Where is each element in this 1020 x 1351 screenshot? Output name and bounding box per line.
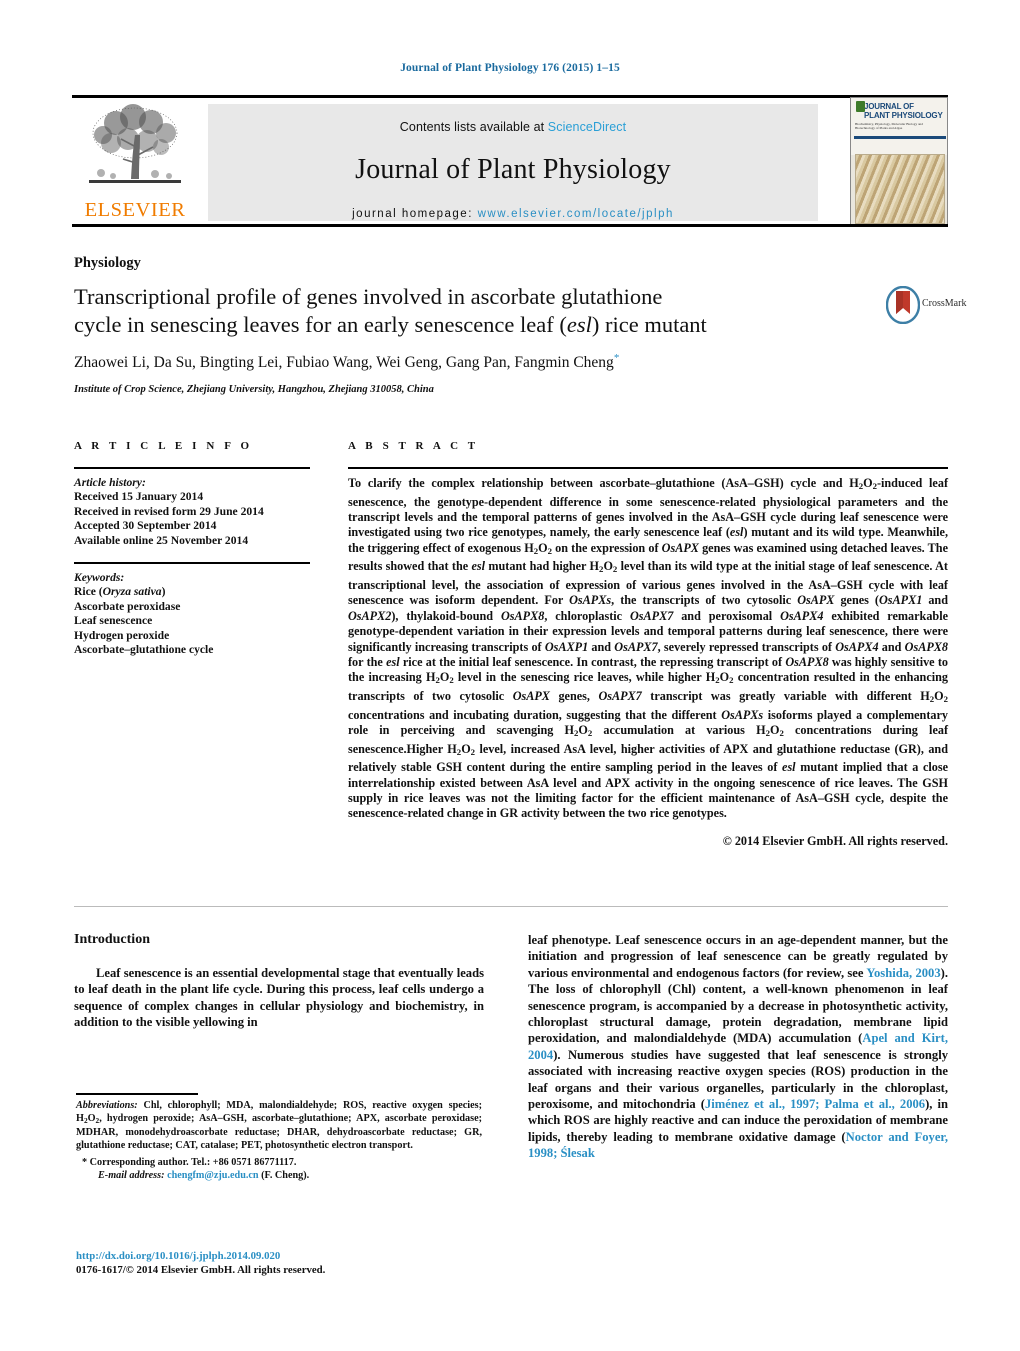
contents-prefix: Contents lists available at (399, 120, 548, 134)
introduction-heading: Introduction (74, 932, 150, 947)
cover-divider (854, 136, 946, 139)
cover-photo (855, 154, 945, 224)
cover-leaf-icon (856, 101, 865, 112)
issn-copyright-line: 0176-1617/© 2014 Elsevier GmbH. All righ… (76, 1264, 326, 1276)
corresponding-author-note: * Corresponding author. Tel.: +86 0571 8… (82, 1157, 297, 1169)
title-line-2-post: ) rice mutant (591, 312, 707, 337)
elsevier-wordmark: ELSEVIER (84, 199, 186, 221)
keyword-rice-pre: Rice ( (74, 585, 103, 599)
article-history-label: Article history: (74, 476, 146, 489)
body-left-column: Introduction Leaf senescence is an essen… (74, 932, 484, 1031)
email-suffix: (F. Cheng). (258, 1169, 310, 1181)
keyword-rice-species: Oryza sativa (102, 585, 162, 599)
contents-line: Contents lists available at ScienceDirec… (208, 120, 818, 134)
email-label: E-mail address: (98, 1169, 165, 1181)
footnote-block: Abbreviations: Chl, chlorophyll; MDA, ma… (76, 1100, 482, 1182)
abbreviations-note: Abbreviations: Chl, chlorophyll; MDA, ma… (76, 1100, 482, 1151)
journal-cover-thumbnail: JOURNAL OF PLANT PHYSIOLOGY Biochemistry… (850, 97, 948, 226)
citation-link[interactable]: Jiménez et al., 1997; Palma et al., 2006 (705, 1097, 925, 1111)
crossmark-label: CrossMark (922, 298, 967, 309)
keywords-label: Keywords: (74, 571, 125, 585)
keyword-item: Leaf senescence (74, 614, 153, 628)
doi-block: http://dx.doi.org/10.1016/j.jplph.2014.0… (76, 1249, 482, 1277)
paper-page: Journal of Plant Physiology 176 (2015) 1… (0, 0, 1020, 1351)
history-item: Accepted 30 September 2014 (74, 519, 217, 533)
keyword-item-rice: Rice (Oryza sativa) (74, 585, 310, 599)
elsevier-logo: ELSEVIER (74, 103, 196, 223)
affiliation: Institute of Crop Science, Zhejiang Univ… (74, 384, 434, 395)
introduction-paragraph: Leaf senescence is an essential developm… (74, 966, 484, 1030)
doi-link[interactable]: http://dx.doi.org/10.1016/j.jplph.2014.0… (76, 1249, 482, 1263)
introduction-continued: leaf phenotype. Leaf senescence occurs i… (528, 933, 949, 1161)
elsevier-tree-icon (89, 104, 181, 183)
article-section-label: Physiology (74, 255, 141, 271)
cover-title-line2: PLANT PHYSIOLOGY (864, 111, 943, 120)
masthead-top-rule (72, 95, 948, 98)
keyword-item: Ascorbate–glutathione cycle (74, 643, 214, 657)
footnote-rule (76, 1093, 198, 1095)
citation-link[interactable]: Yoshida, 2003 (866, 966, 940, 980)
homepage-url-link[interactable]: www.elsevier.com/locate/jplph (478, 208, 674, 220)
body-divider (74, 906, 948, 907)
journal-banner: Contents lists available at ScienceDirec… (208, 104, 818, 221)
masthead-bottom-rule (72, 224, 948, 227)
history-item: Received in revised form 29 June 2014 (74, 504, 264, 518)
cover-subtitle: Biochemistry, Physiology, Molecular Biol… (855, 122, 923, 131)
email-link[interactable]: chengfm@zju.edu.cn (167, 1170, 259, 1181)
cover-title-line1: JOURNAL OF (864, 102, 914, 111)
abstract-column: A B S T R A C T To clarify the complex r… (348, 440, 948, 849)
corresponding-author-marker: * (613, 352, 620, 364)
abstract-rule (348, 467, 948, 469)
author-list: Zhaowei Li, Da Su, Bingting Lei, Fubiao … (74, 352, 874, 372)
crossmark-icon (886, 286, 920, 324)
title-line-2-pre: cycle in senescing leaves for an early s… (74, 312, 567, 337)
page-title: Transcriptional profile of genes involve… (74, 283, 864, 339)
abstract-heading: A B S T R A C T (348, 440, 479, 452)
journal-homepage-line: journal homepage: www.elsevier.com/locat… (208, 208, 818, 220)
article-info-heading: A R T I C L E I N F O (74, 440, 253, 452)
body-right-column: leaf phenotype. Leaf senescence occurs i… (528, 932, 948, 1162)
journal-masthead: ELSEVIER Contents lists available at Sci… (72, 95, 948, 227)
history-item: Received 15 January 2014 (74, 490, 204, 504)
article-info-column: A R T I C L E I N F O Article history: R… (74, 440, 310, 657)
keywords-rule (74, 562, 310, 565)
abstract-text: To clarify the complex relationship betw… (348, 476, 949, 821)
history-item: Available online 25 November 2014 (74, 533, 249, 547)
crossmark-badge[interactable]: CrossMark (886, 283, 966, 331)
homepage-label: journal homepage: (352, 208, 473, 220)
authors-text: Zhaowei Li, Da Su, Bingting Lei, Fubiao … (74, 354, 614, 372)
title-line-1: Transcriptional profile of genes involve… (74, 284, 663, 309)
sciencedirect-link[interactable]: ScienceDirect (548, 120, 626, 134)
keyword-rice-post: ) (161, 585, 166, 599)
journal-title: Journal of Plant Physiology (355, 154, 671, 185)
article-info-rule (74, 467, 310, 469)
title-gene-italic: esl (566, 312, 592, 337)
email-note: E-mail address: chengfm@zju.edu.cn (F. C… (76, 1170, 482, 1183)
cover-header: JOURNAL OF PLANT PHYSIOLOGY Biochemistry… (851, 98, 947, 156)
article-history-block: Article history: Received 15 January 201… (74, 476, 310, 548)
keyword-item: Ascorbate peroxidase (74, 599, 181, 613)
keywords-block: Keywords: Rice (Oryza sativa) Ascorbate … (74, 571, 310, 657)
keyword-item: Hydrogen peroxide (74, 628, 170, 642)
running-head: Journal of Plant Physiology 176 (2015) 1… (400, 62, 620, 74)
abstract-copyright: © 2014 Elsevier GmbH. All rights reserve… (722, 833, 948, 848)
